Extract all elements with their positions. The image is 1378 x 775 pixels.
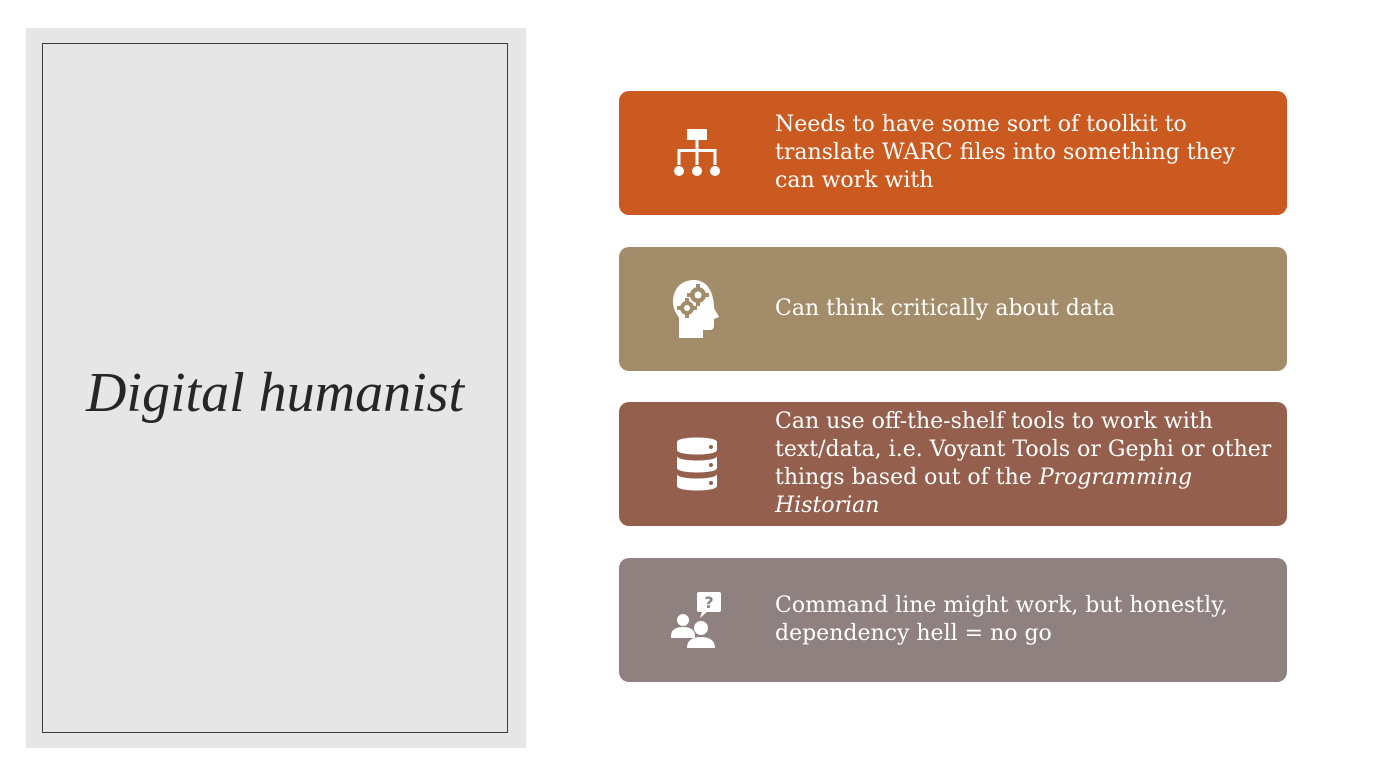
hierarchy-icon (619, 127, 775, 179)
card-critical-thinking: Can think critically about data (619, 247, 1287, 371)
database-icon (619, 434, 775, 494)
title-panel: Digital humanist (26, 28, 526, 748)
card-critical-thinking-text: Can think critically about data (775, 296, 1115, 321)
card-off-the-shelf-tools: Can use off-the-shelf tools to work with… (619, 402, 1287, 526)
card-command-line-text: Command line might work, but honestly, d… (775, 593, 1228, 646)
title-frame: Digital humanist (42, 43, 508, 733)
card-toolkit-text: Needs to have some sort of toolkit to tr… (775, 112, 1236, 193)
slide-title: Digital humanist (85, 362, 465, 424)
card-toolkit: Needs to have some sort of toolkit to tr… (619, 91, 1287, 215)
card-off-the-shelf-tools-text: Can use off-the-shelf tools to work with… (775, 408, 1287, 520)
card-command-line: ? Command line might work, but honestly,… (619, 558, 1287, 682)
svg-text:?: ? (704, 593, 713, 612)
users-question-icon: ? (619, 590, 775, 650)
slide: Digital humanist Needs to have some sort… (0, 0, 1378, 775)
head-gears-icon (619, 278, 775, 340)
card-tools-text-main: Can use off-the-shelf tools to work with… (775, 409, 1272, 490)
